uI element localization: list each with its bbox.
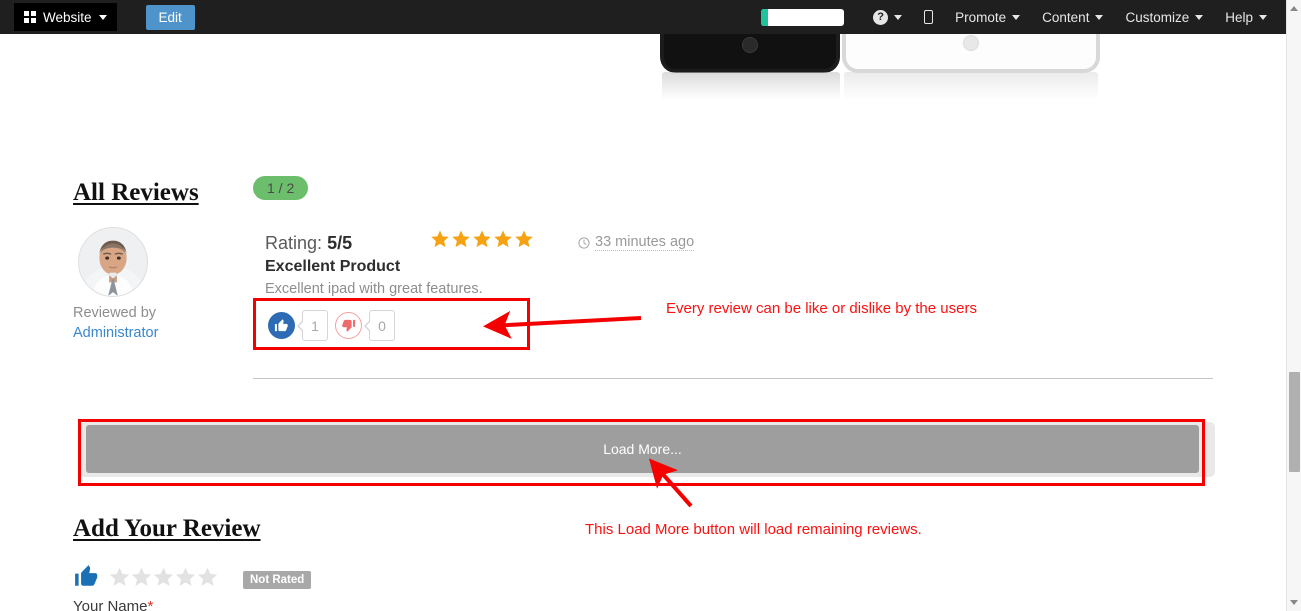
page-scrollbar[interactable] <box>1286 0 1301 611</box>
review-divider <box>253 378 1213 379</box>
annotation-box-load-more <box>78 419 1205 486</box>
not-rated-badge: Not Rated <box>243 571 312 589</box>
your-name-label: Your Name* <box>73 598 153 611</box>
nav-label: Help <box>1225 9 1253 25</box>
topbar-right-group: ? Promote Content Customize Help <box>761 0 1286 34</box>
reviewed-by-label: Reviewed by <box>73 305 157 321</box>
progress-fill <box>761 8 769 26</box>
reviewer-name-link[interactable]: Administrator <box>73 325 158 341</box>
rating-stars <box>430 229 534 249</box>
nav-item-promote[interactable]: Promote <box>944 0 1031 34</box>
progress-indicator <box>761 8 845 26</box>
star-icon <box>473 230 491 248</box>
scroll-up-arrow-icon[interactable] <box>1290 6 1298 11</box>
help-menu[interactable]: ? <box>862 0 913 34</box>
annotation-box-reactions <box>253 298 530 350</box>
nav-label: Promote <box>955 9 1007 25</box>
chevron-down-icon <box>1012 14 1021 20</box>
home-button-graphic <box>742 37 758 53</box>
nav-item-customize[interactable]: Customize <box>1114 0 1214 34</box>
review-timestamp: 33 minutes ago <box>578 234 695 251</box>
edit-button[interactable]: Edit <box>145 4 195 30</box>
admin-topbar: Website Edit ? Promote Content Customize… <box>0 0 1286 34</box>
nav-label: Customize <box>1125 9 1190 25</box>
image-reflection <box>844 72 1098 100</box>
mobile-device-icon <box>924 10 934 24</box>
star-icon[interactable] <box>108 566 131 588</box>
annotation-label-reactions: Every review can be like or dislike by t… <box>666 300 977 317</box>
review-page-badge: 1 / 2 <box>253 176 309 200</box>
website-dropdown-label: Website <box>43 9 92 25</box>
review-body: Excellent ipad with great features. <box>265 281 483 297</box>
rating-label: Rating: <box>265 233 323 253</box>
chevron-down-icon <box>1095 14 1104 20</box>
nav-label: Content <box>1042 9 1090 25</box>
review-title: Excellent Product <box>265 258 401 275</box>
image-reflection <box>662 72 840 100</box>
star-icon[interactable] <box>196 566 219 588</box>
thumbs-up-icon[interactable] <box>73 563 100 589</box>
star-icon[interactable] <box>174 566 197 588</box>
website-dropdown-button[interactable]: Website <box>14 3 117 31</box>
star-icon <box>452 230 470 248</box>
page-root: Website Edit ? Promote Content Customize… <box>0 0 1301 611</box>
timestamp-text[interactable]: 33 minutes ago <box>595 234 695 251</box>
star-icon[interactable] <box>152 566 175 588</box>
grid-icon <box>24 11 36 23</box>
nav-item-content[interactable]: Content <box>1031 0 1114 34</box>
star-icon <box>494 230 512 248</box>
annotation-label-load-more: This Load More button will load remainin… <box>585 521 922 538</box>
scroll-down-arrow-icon[interactable] <box>1290 600 1298 605</box>
star-icon <box>515 230 533 248</box>
clock-icon <box>578 236 590 249</box>
your-name-text: Your Name <box>73 598 148 611</box>
chevron-down-icon <box>1195 14 1204 20</box>
nav-item-help[interactable]: Help <box>1214 0 1278 34</box>
rating-line: Rating: 5/5 <box>265 233 352 254</box>
chevron-down-icon <box>1259 14 1267 20</box>
all-reviews-heading: All Reviews <box>73 179 199 206</box>
mobile-preview-button[interactable] <box>913 0 944 34</box>
scrollbar-thumb[interactable] <box>1289 372 1300 472</box>
star-icon <box>431 230 449 248</box>
home-button-graphic <box>963 35 979 51</box>
rating-input-stars[interactable] <box>108 566 218 588</box>
required-marker: * <box>147 598 154 611</box>
avatar <box>78 227 148 297</box>
question-mark-icon: ? <box>873 9 889 25</box>
star-icon[interactable] <box>130 566 153 588</box>
chevron-down-icon <box>98 14 107 20</box>
add-review-heading: Add Your Review <box>73 515 261 542</box>
chevron-down-icon <box>894 14 903 20</box>
rating-value: 5/5 <box>327 233 353 253</box>
